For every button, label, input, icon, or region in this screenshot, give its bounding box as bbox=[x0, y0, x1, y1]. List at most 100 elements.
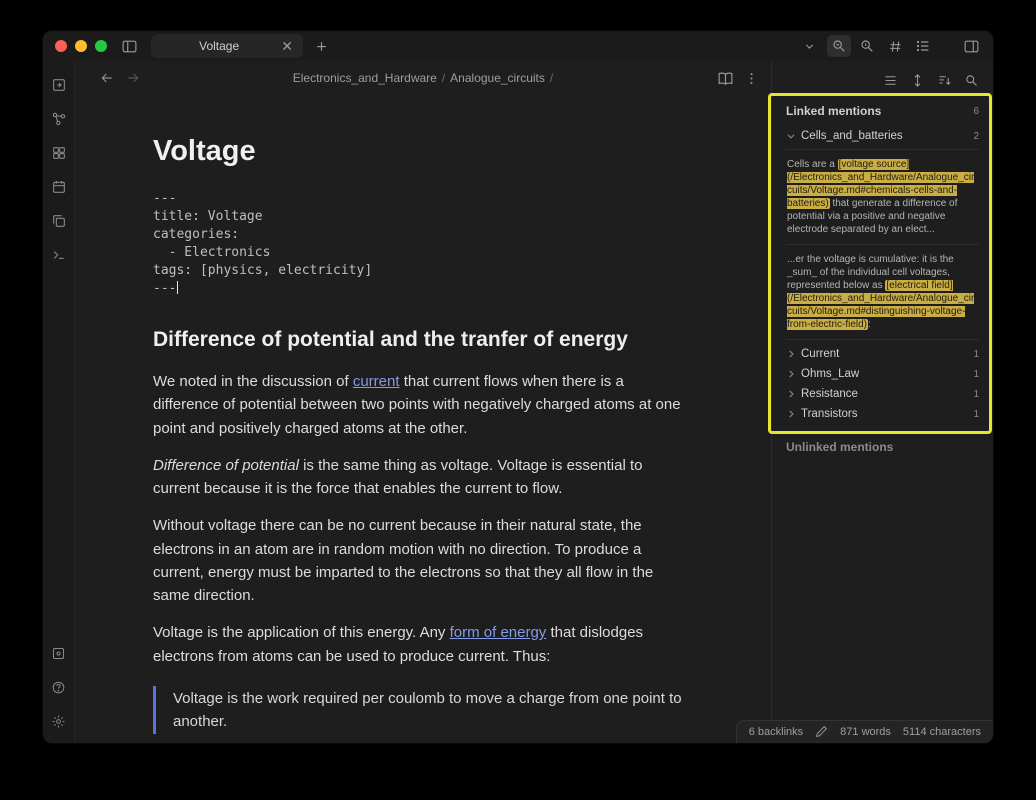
unlinked-mentions-header[interactable]: Unlinked mentions bbox=[786, 440, 979, 454]
app-window: Voltage ✕ bbox=[42, 30, 994, 744]
backlink-group-count: 1 bbox=[973, 409, 979, 420]
text-cursor bbox=[177, 281, 178, 294]
backlink-group-name: Transistors bbox=[801, 408, 857, 420]
result-text: Cells are a bbox=[787, 159, 838, 170]
chevron-right-icon bbox=[786, 409, 796, 419]
backlinks-panel: Linked mentions 6 Cells_and_batteries 2 … bbox=[771, 61, 993, 743]
reading-view-icon[interactable] bbox=[717, 70, 734, 87]
screen: Voltage ✕ bbox=[0, 0, 1036, 800]
view-header: Electronics_and_Hardware / Analogue_circ… bbox=[75, 61, 771, 95]
backlink-list-icon[interactable] bbox=[883, 73, 898, 88]
breadcrumb-separator: / bbox=[550, 71, 553, 85]
tab-title: Voltage bbox=[159, 39, 279, 53]
edit-pencil-icon[interactable] bbox=[815, 725, 828, 738]
new-tab-button[interactable] bbox=[309, 35, 333, 57]
paragraph-2: Difference of potential is the same thin… bbox=[153, 454, 693, 501]
app-body: Electronics_and_Hardware / Analogue_circ… bbox=[43, 61, 993, 743]
paragraph-text: Voltage is the application of this energ… bbox=[153, 624, 450, 641]
close-window-button[interactable] bbox=[55, 40, 67, 52]
status-character-count[interactable]: 5114 characters bbox=[903, 726, 981, 738]
command-palette-icon[interactable] bbox=[49, 245, 69, 265]
sort-order-icon[interactable] bbox=[937, 73, 952, 88]
frontmatter-line: --- bbox=[153, 191, 176, 206]
backlink-search-icon[interactable] bbox=[964, 73, 979, 88]
frontmatter-line: title: Voltage bbox=[153, 209, 263, 224]
result-text: : bbox=[868, 319, 871, 330]
backlink-result-2[interactable]: ...er the voltage is cumulative: it is t… bbox=[786, 245, 979, 340]
forward-arrow-icon[interactable] bbox=[125, 70, 141, 86]
note-title: Voltage bbox=[153, 129, 693, 174]
tab-voltage[interactable]: Voltage ✕ bbox=[151, 34, 303, 58]
breadcrumb-item-1[interactable]: Electronics_and_Hardware bbox=[293, 71, 437, 85]
chevron-right-icon bbox=[786, 369, 796, 379]
quick-switcher-icon[interactable] bbox=[49, 75, 69, 95]
back-arrow-icon[interactable] bbox=[99, 70, 115, 86]
search-icon[interactable] bbox=[855, 35, 879, 57]
search-link-icon[interactable] bbox=[827, 35, 851, 57]
paragraph-text: We noted in the discussion of bbox=[153, 373, 353, 390]
linked-mentions-header[interactable]: Linked mentions 6 bbox=[786, 100, 979, 126]
bullet-list-icon[interactable] bbox=[911, 35, 935, 57]
status-word-count[interactable]: 871 words bbox=[840, 726, 891, 738]
paragraph-4: Voltage is the application of this energ… bbox=[153, 621, 693, 668]
main-pane: Electronics_and_Hardware / Analogue_circ… bbox=[75, 61, 771, 743]
expand-collapse-icon[interactable] bbox=[910, 73, 925, 88]
ribbon bbox=[43, 61, 75, 743]
backlinks-panel-toolbar bbox=[786, 67, 979, 100]
frontmatter-line: - Electronics bbox=[153, 245, 270, 260]
internal-link-form-of-energy[interactable]: form of energy bbox=[450, 624, 547, 641]
canvas-icon[interactable] bbox=[49, 143, 69, 163]
chevron-down-icon bbox=[786, 131, 796, 141]
backlink-group-ohms-law[interactable]: Ohms_Law 1 bbox=[786, 364, 979, 384]
backlink-group-count: 1 bbox=[973, 349, 979, 360]
backlink-group-count: 1 bbox=[973, 389, 979, 400]
editor-content[interactable]: Voltage --- title: Voltage categories: -… bbox=[75, 95, 771, 743]
minimize-window-button[interactable] bbox=[75, 40, 87, 52]
nav-arrows bbox=[99, 70, 141, 86]
frontmatter-line: tags: [physics, electricity] bbox=[153, 263, 372, 278]
backlink-group-count: 1 bbox=[973, 369, 979, 380]
view-header-actions bbox=[717, 70, 759, 87]
traffic-lights bbox=[55, 40, 107, 52]
chevron-right-icon bbox=[786, 389, 796, 399]
backlink-group-current[interactable]: Current 1 bbox=[786, 344, 979, 364]
tab-list-chevron-icon[interactable] bbox=[797, 35, 821, 57]
internal-link-current[interactable]: current bbox=[353, 373, 400, 390]
breadcrumb-item-2[interactable]: Analogue_circuits bbox=[450, 71, 545, 85]
tab-close-icon[interactable]: ✕ bbox=[279, 39, 295, 53]
graph-view-icon[interactable] bbox=[49, 109, 69, 129]
backlink-group-name: Resistance bbox=[801, 388, 858, 400]
more-options-icon[interactable] bbox=[744, 71, 759, 86]
chevron-right-icon bbox=[786, 349, 796, 359]
right-sidebar-toggle-icon[interactable] bbox=[959, 35, 983, 57]
hash-icon[interactable] bbox=[883, 35, 907, 57]
status-backlinks[interactable]: 6 backlinks bbox=[749, 726, 803, 738]
backlink-group-resistance[interactable]: Resistance 1 bbox=[786, 384, 979, 404]
paragraph-1: We noted in the discussion of current th… bbox=[153, 370, 693, 440]
daily-note-calendar-icon[interactable] bbox=[49, 177, 69, 197]
backlink-group-transistors[interactable]: Transistors 1 bbox=[786, 404, 979, 424]
frontmatter-line: categories: bbox=[153, 227, 239, 242]
ribbon-bottom bbox=[49, 643, 69, 731]
zoom-window-button[interactable] bbox=[95, 40, 107, 52]
left-sidebar-toggle-icon[interactable] bbox=[117, 35, 141, 57]
vault-switcher-icon[interactable] bbox=[49, 643, 69, 663]
help-icon[interactable] bbox=[49, 677, 69, 697]
templates-copy-icon[interactable] bbox=[49, 211, 69, 231]
breadcrumb-separator: / bbox=[442, 71, 445, 85]
backlink-group-cells-and-batteries[interactable]: Cells_and_batteries 2 bbox=[786, 126, 979, 146]
backlink-group-name: Cells_and_batteries bbox=[801, 130, 903, 142]
section-heading-1: Difference of potential and the tranfer … bbox=[153, 324, 693, 357]
linked-mentions-count: 6 bbox=[973, 106, 979, 117]
blockquote: Voltage is the work required per coulomb… bbox=[153, 686, 693, 735]
backlink-result-1[interactable]: Cells are a [voltage source](/Electronic… bbox=[786, 150, 979, 245]
settings-gear-icon[interactable] bbox=[49, 711, 69, 731]
breadcrumb: Electronics_and_Hardware / Analogue_circ… bbox=[293, 71, 554, 85]
backlink-results: Cells are a [voltage source](/Electronic… bbox=[786, 149, 979, 340]
backlink-group-count: 2 bbox=[973, 131, 979, 142]
frontmatter-line: --- bbox=[153, 281, 176, 296]
backlink-group-name: Ohms_Law bbox=[801, 368, 859, 380]
paragraph-3: Without voltage there can be no current … bbox=[153, 514, 693, 607]
titlebar-icon-group bbox=[827, 35, 935, 57]
frontmatter-block[interactable]: --- title: Voltage categories: - Electro… bbox=[153, 190, 693, 298]
